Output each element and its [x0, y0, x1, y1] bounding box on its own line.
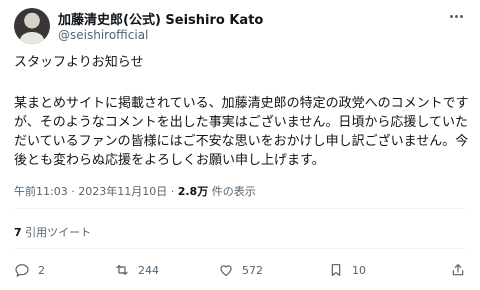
- post-date[interactable]: 2023年11月10日: [78, 185, 167, 198]
- heart-icon: [220, 265, 232, 276]
- post-meta: 午前11:03 · 2023年11月10日 · 2.8万 件の表示: [14, 183, 256, 199]
- share-icon: [452, 264, 464, 276]
- post-time[interactable]: 午前11:03: [14, 185, 68, 198]
- bookmark-count: 10: [352, 263, 366, 277]
- meta-separator: ·: [71, 185, 75, 198]
- action-bar: 2 244 572 10: [14, 262, 466, 278]
- author-name-row[interactable]: 加藤清史郎(公式) Seishiro Kato: [58, 9, 263, 28]
- author-handle[interactable]: @seishirofficial: [58, 28, 148, 42]
- quote-label: 引用ツイート: [25, 226, 92, 239]
- reply-count: 2: [38, 263, 45, 277]
- share-button[interactable]: [450, 262, 466, 278]
- reply-button[interactable]: 2: [14, 262, 114, 278]
- reply-icon: [15, 264, 29, 278]
- post-body-text: 某まとめサイトに掲載されている、加藤清史郎の特定の政党へのコメントですが、そのよ…: [14, 96, 469, 168]
- post-lead-text: スタッフよりお知らせ: [14, 55, 144, 70]
- meta-separator: ·: [170, 185, 175, 198]
- views-label: 件の表示: [211, 185, 256, 198]
- retweet-count: 244: [138, 263, 159, 277]
- like-button[interactable]: 572: [218, 262, 328, 278]
- like-count: 572: [242, 263, 263, 277]
- divider: [14, 208, 466, 209]
- retweet-button[interactable]: 244: [114, 262, 218, 278]
- avatar[interactable]: [14, 8, 50, 44]
- views-count: 2.8万: [177, 185, 209, 198]
- author-display-name[interactable]: 加藤清史郎(公式) Seishiro Kato: [58, 9, 263, 28]
- bookmark-icon: [331, 264, 341, 276]
- quote-count: 7: [14, 226, 22, 239]
- quote-tweets-link[interactable]: 7 引用ツイート: [14, 224, 91, 240]
- bookmark-button[interactable]: 10: [328, 262, 428, 278]
- more-options-icon[interactable]: [446, 8, 466, 24]
- retweet-icon: [116, 265, 128, 275]
- divider: [14, 248, 466, 249]
